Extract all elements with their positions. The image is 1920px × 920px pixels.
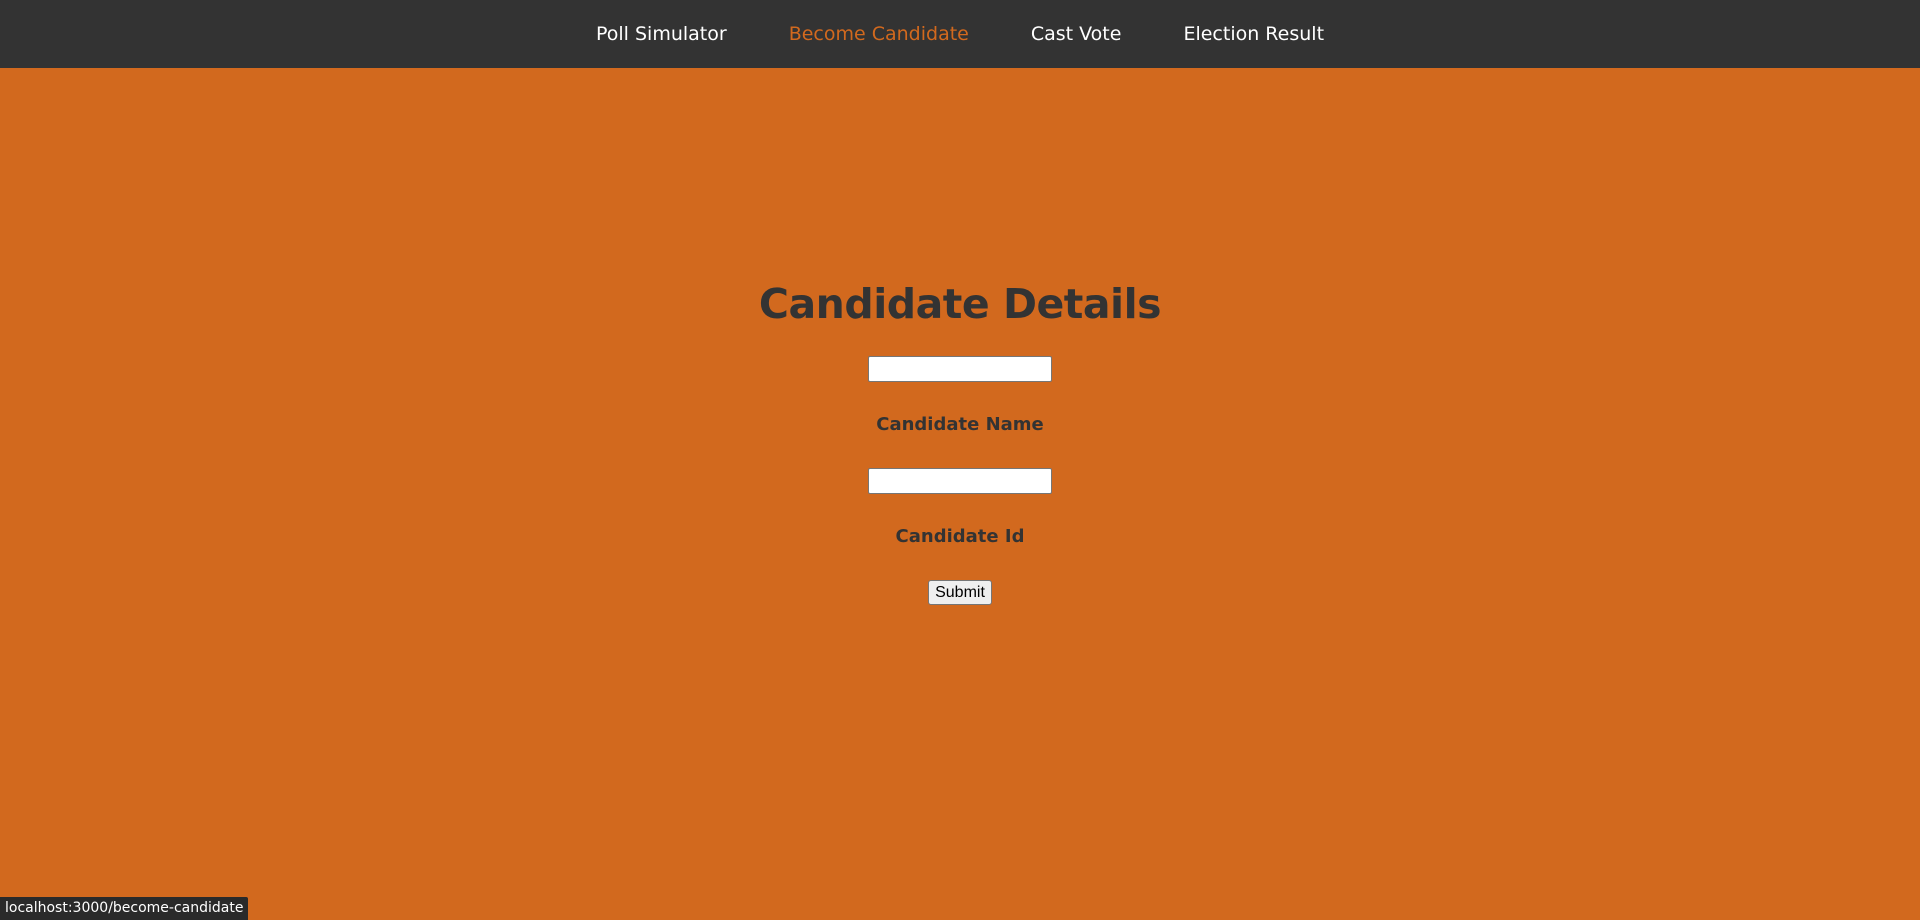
nav-link-poll-simulator[interactable]: Poll Simulator bbox=[565, 0, 758, 68]
candidate-name-label: Candidate Name bbox=[876, 414, 1044, 435]
top-navbar: Poll Simulator Become Candidate Cast Vot… bbox=[0, 0, 1920, 68]
page-title: Candidate Details bbox=[758, 280, 1162, 328]
nav-link-cast-vote[interactable]: Cast Vote bbox=[1000, 0, 1153, 68]
candidate-id-input[interactable] bbox=[868, 468, 1052, 494]
submit-button[interactable]: Submit bbox=[928, 580, 992, 605]
status-bar-url: localhost:3000/become-candidate bbox=[0, 897, 249, 920]
candidate-form: Candidate Details Candidate Name Candida… bbox=[0, 270, 1920, 605]
nav-link-become-candidate[interactable]: Become Candidate bbox=[758, 0, 1000, 68]
candidate-name-input[interactable] bbox=[868, 356, 1052, 382]
candidate-id-label: Candidate Id bbox=[895, 526, 1025, 547]
nav-link-election-result[interactable]: Election Result bbox=[1152, 0, 1355, 68]
